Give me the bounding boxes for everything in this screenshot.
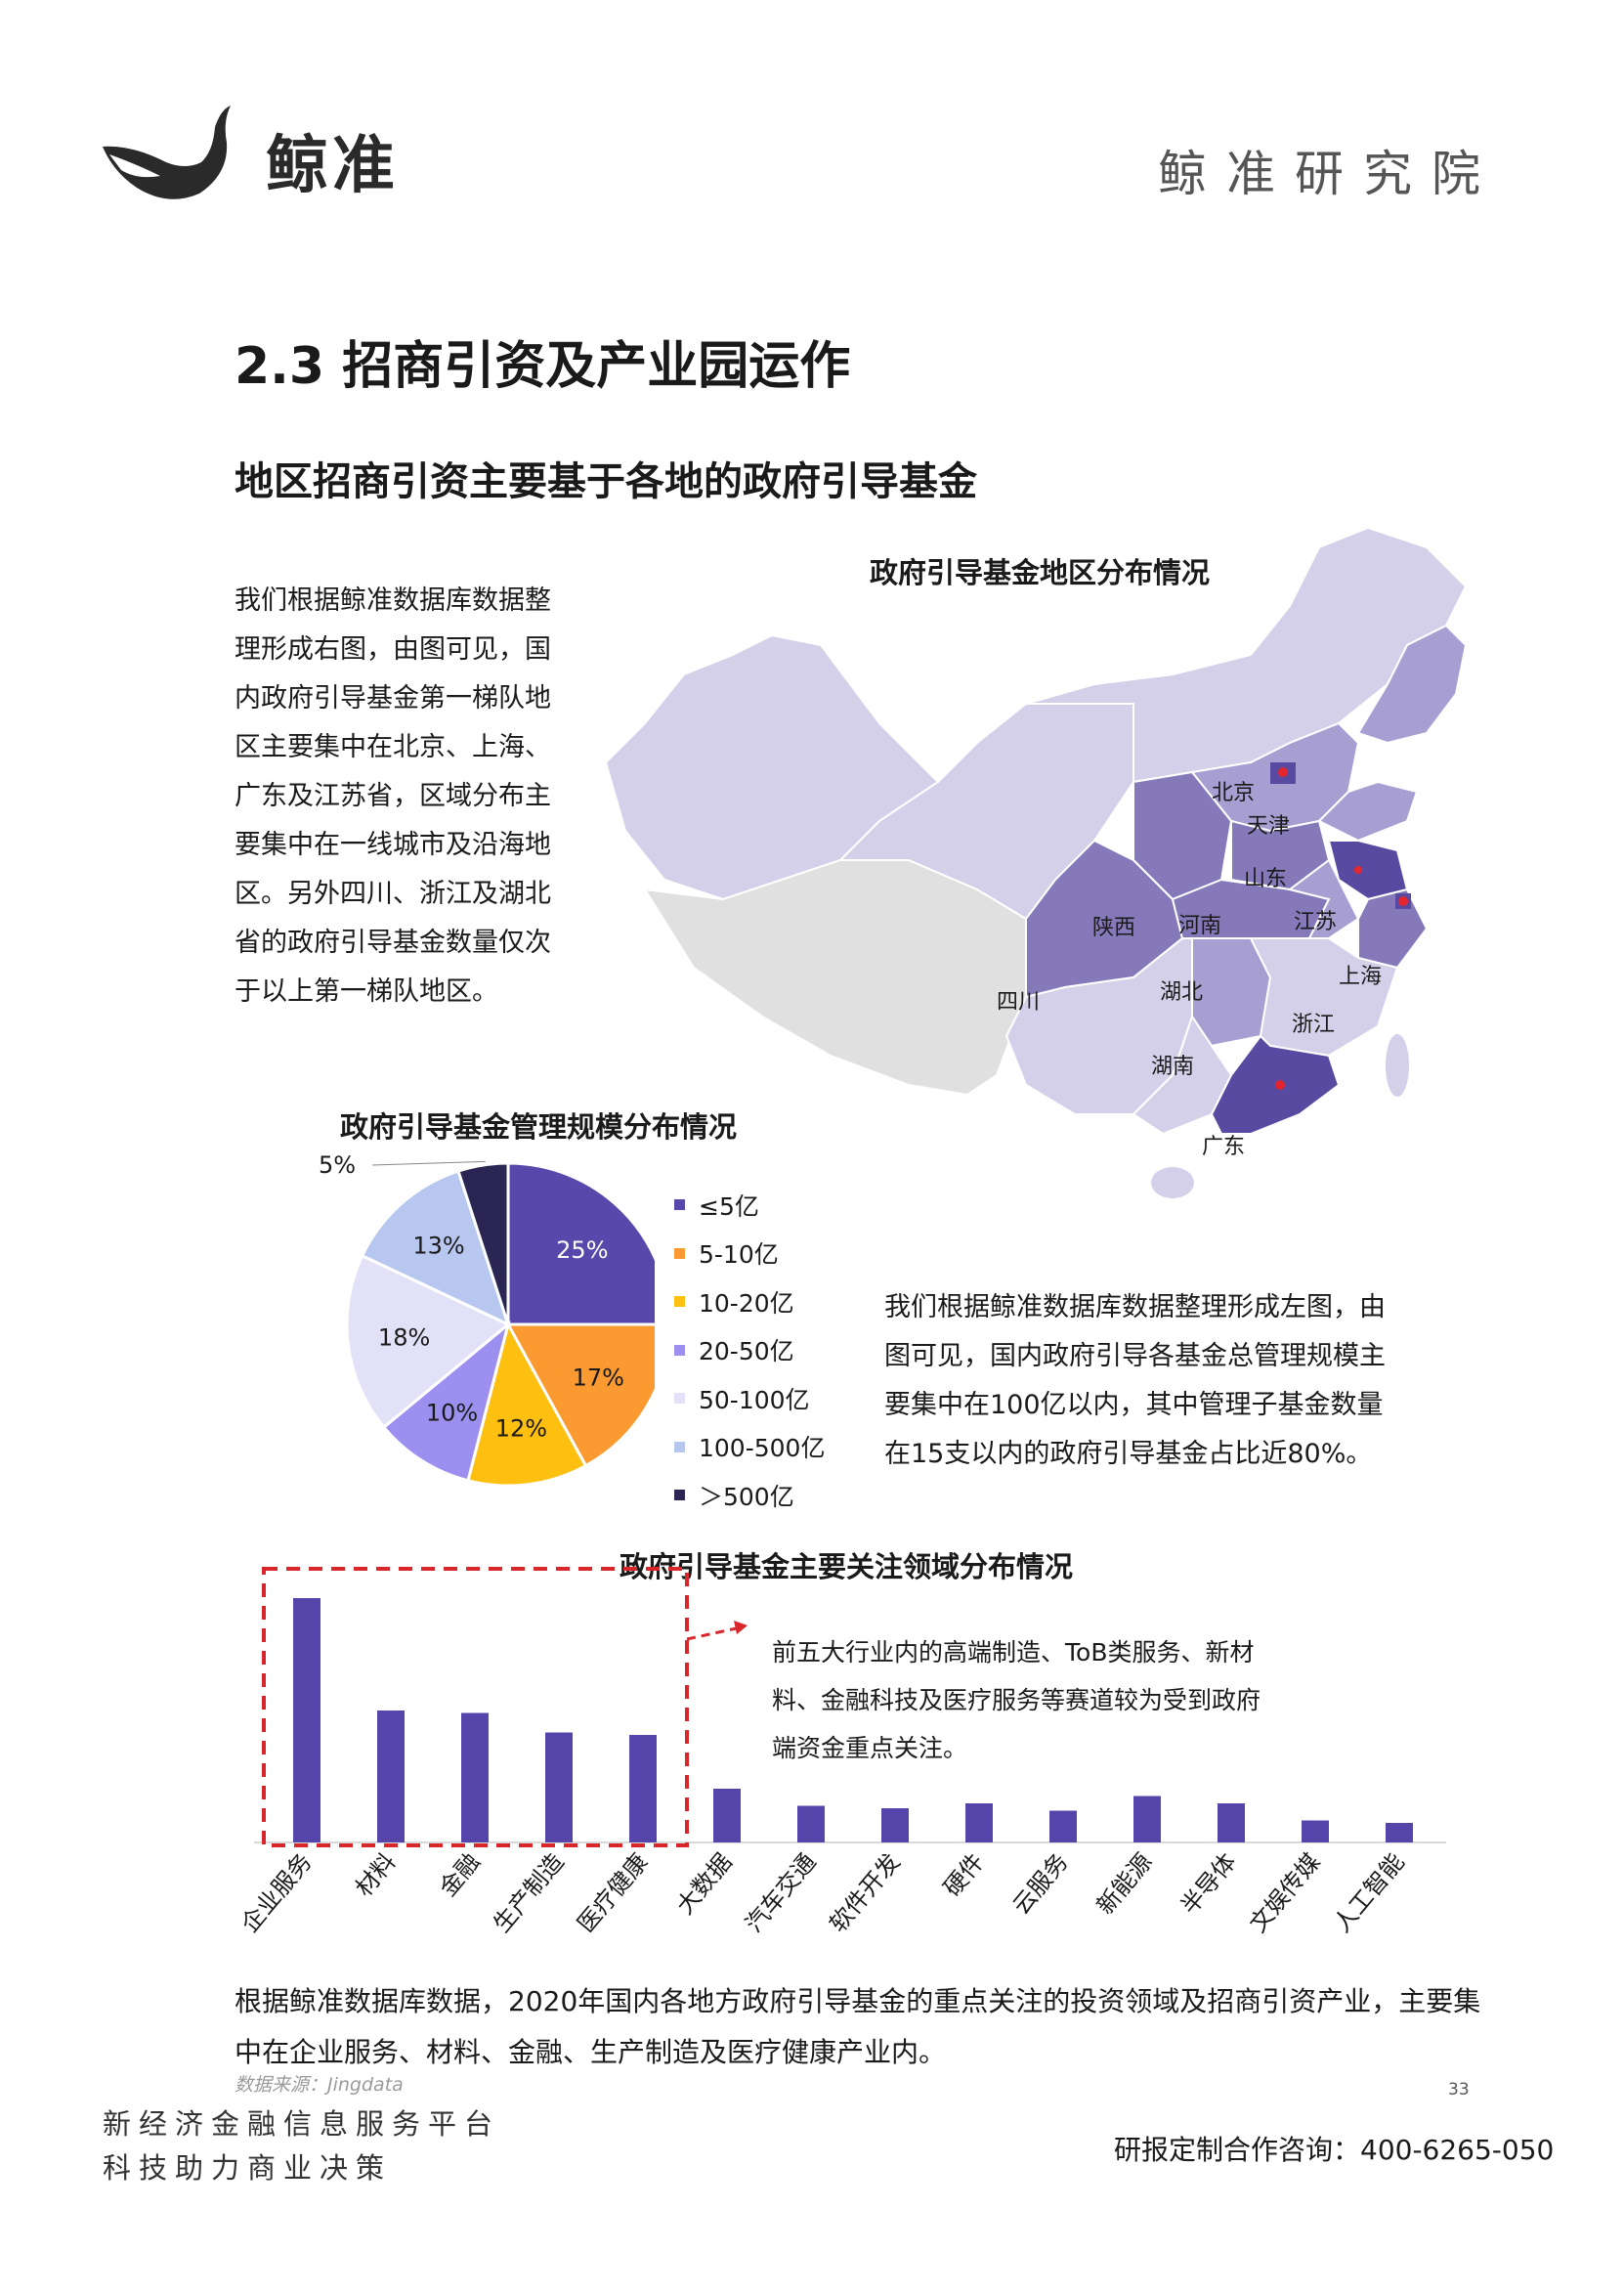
marker-jiangsu	[1354, 866, 1362, 874]
region-tibet	[643, 859, 1027, 1097]
bar-category-label: 文娱传媒	[1244, 1848, 1325, 1938]
bar	[881, 1808, 909, 1842]
bar	[1133, 1796, 1161, 1842]
legend-item: ≤5亿	[674, 1181, 825, 1230]
legend-label: 20-50亿	[699, 1337, 794, 1366]
legend-label: 100-500亿	[699, 1434, 826, 1463]
bar-category-label: 医疗健康	[572, 1848, 653, 1938]
subtitle: 地区招商引资主要基于各地的政府引导基金	[235, 459, 977, 504]
label-henan: 河南	[1178, 914, 1221, 938]
bar	[1218, 1803, 1245, 1842]
brand-name: 鲸准	[266, 130, 399, 202]
legend-swatch	[674, 1344, 685, 1356]
legend-swatch	[674, 1490, 685, 1501]
bar	[629, 1735, 657, 1842]
data-source: 数据来源：Jingdata	[235, 2074, 404, 2096]
bar-annotation: 前五大行业内的高端制造、ToB类服务、新材料、金融科技及医疗服务等赛道较为受到政…	[772, 1638, 1261, 1762]
label-sichuan: 四川	[997, 990, 1040, 1015]
bar-commentary: 根据鲸准数据库数据，2020年国内各地方政府引导基金的重点关注的投资领域及招商引…	[235, 1985, 1481, 2068]
label-hubei: 湖北	[1160, 980, 1203, 1005]
bar-category-label: 硬件	[938, 1848, 989, 1902]
bar-category-label: 新能源	[1091, 1848, 1158, 1920]
legend-item: 5-10亿	[674, 1230, 825, 1278]
bar-category-label: 半导体	[1175, 1848, 1242, 1920]
bar-category-label: 人工智能	[1328, 1848, 1409, 1938]
legend-item: 10-20亿	[674, 1277, 825, 1326]
legend-label: ＞500亿	[699, 1482, 794, 1511]
legend-label: 5-10亿	[699, 1240, 779, 1270]
bar	[545, 1732, 573, 1842]
label-shanghai: 上海	[1339, 965, 1382, 989]
bar	[1386, 1823, 1413, 1842]
footer-slogan-2: 科技助力商业决策	[103, 2151, 393, 2185]
label-zhejiang: 浙江	[1292, 1013, 1335, 1037]
pie-commentary: 我们根据鲸准数据库数据整理形成左图，由图可见，国内政府引导各基金总管理规模主要集…	[884, 1292, 1386, 1469]
label-jiangsu: 江苏	[1294, 910, 1337, 934]
pie-chart-title: 政府引导基金管理规模分布情况	[340, 1110, 738, 1144]
region-zhejiang	[1357, 888, 1429, 970]
bar	[1049, 1810, 1077, 1842]
marker-beijing	[1278, 767, 1288, 777]
marker-guangdong	[1275, 1080, 1285, 1090]
legend-label: ≤5亿	[699, 1191, 759, 1221]
bar	[713, 1789, 741, 1842]
bar-category-label: 企业服务	[235, 1848, 317, 1938]
pie-value-label: 17%	[573, 1364, 624, 1392]
bar	[293, 1598, 321, 1842]
pie-value-label: 18%	[378, 1323, 430, 1351]
pie-value-label: 13%	[412, 1233, 464, 1260]
contact-info: 研报定制合作咨询：400-6265-050	[1114, 2134, 1555, 2166]
section-title: 2.3 招商引资及产业园运作	[235, 337, 851, 396]
bar-category-label: 汽车交通	[740, 1848, 821, 1938]
intro-paragraph: 我们根据鲸准数据库数据整理形成右图，由图可见，国内政府引导基金第一梯队地区主要集…	[235, 585, 551, 1007]
bar	[1302, 1820, 1329, 1842]
annotation-arrowhead	[734, 1621, 748, 1634]
label-shandong: 山东	[1244, 867, 1287, 891]
bar-category-label: 云服务	[1007, 1848, 1074, 1920]
label-guangdong: 广东	[1202, 1135, 1245, 1159]
legend-item: 20-50亿	[674, 1326, 825, 1375]
bar	[461, 1712, 489, 1842]
pie-value-label: 10%	[426, 1400, 478, 1427]
institute-name: 鲸准研究院	[1158, 146, 1500, 202]
legend-item: 100-500亿	[674, 1423, 825, 1472]
pie-value-label: 5%	[319, 1153, 356, 1179]
bar-category-label: 生产制造	[488, 1848, 569, 1938]
legend-swatch	[674, 1441, 685, 1452]
legend-swatch	[674, 1199, 685, 1211]
label-shaanxi: 陕西	[1092, 916, 1135, 940]
footer-slogan-1: 新经济金融信息服务平台	[103, 2107, 501, 2141]
pie-leader-line	[371, 1160, 486, 1166]
label-beijing: 北京	[1212, 781, 1255, 805]
legend-label: 10-20亿	[699, 1288, 794, 1318]
bar	[377, 1710, 405, 1842]
whale-logo	[103, 106, 231, 199]
label-tianjin: 天津	[1247, 814, 1290, 839]
region-hainan	[1151, 1167, 1194, 1198]
bar	[965, 1803, 993, 1842]
legend-swatch	[674, 1296, 685, 1308]
legend-swatch	[674, 1393, 685, 1405]
pie-legend: ≤5亿 5-10亿 10-20亿 20-50亿 50-100亿 100-500亿 ＞500亿	[674, 1181, 825, 1520]
pie-value-label: 12%	[495, 1414, 547, 1442]
marker-shanghai	[1398, 896, 1408, 906]
page-number: 33	[1448, 2080, 1470, 2100]
annotation-arrow	[686, 1625, 742, 1641]
pie-chart: 25% 17% 12% 10% 18% 13% 5%	[319, 1153, 655, 1488]
legend-item: ＞500亿	[674, 1471, 825, 1520]
bar-category-label: 软件开发	[824, 1848, 905, 1938]
bar-category-label: 材料	[350, 1848, 401, 1902]
bar-category-label: 大数据	[671, 1848, 738, 1920]
legend-item: 50-100亿	[674, 1374, 825, 1423]
label-hunan: 湖南	[1151, 1055, 1194, 1079]
bar	[797, 1805, 825, 1842]
legend-swatch	[674, 1247, 685, 1259]
pie-value-label: 25%	[556, 1236, 608, 1264]
region-taiwan	[1386, 1034, 1409, 1097]
bar-category-label: 金融	[434, 1848, 485, 1902]
china-map: 北京 天津 山东 江苏 上海 陕西 河南 四川 湖北 浙江 湖南 广东	[604, 526, 1468, 1198]
legend-label: 50-100亿	[699, 1385, 810, 1414]
